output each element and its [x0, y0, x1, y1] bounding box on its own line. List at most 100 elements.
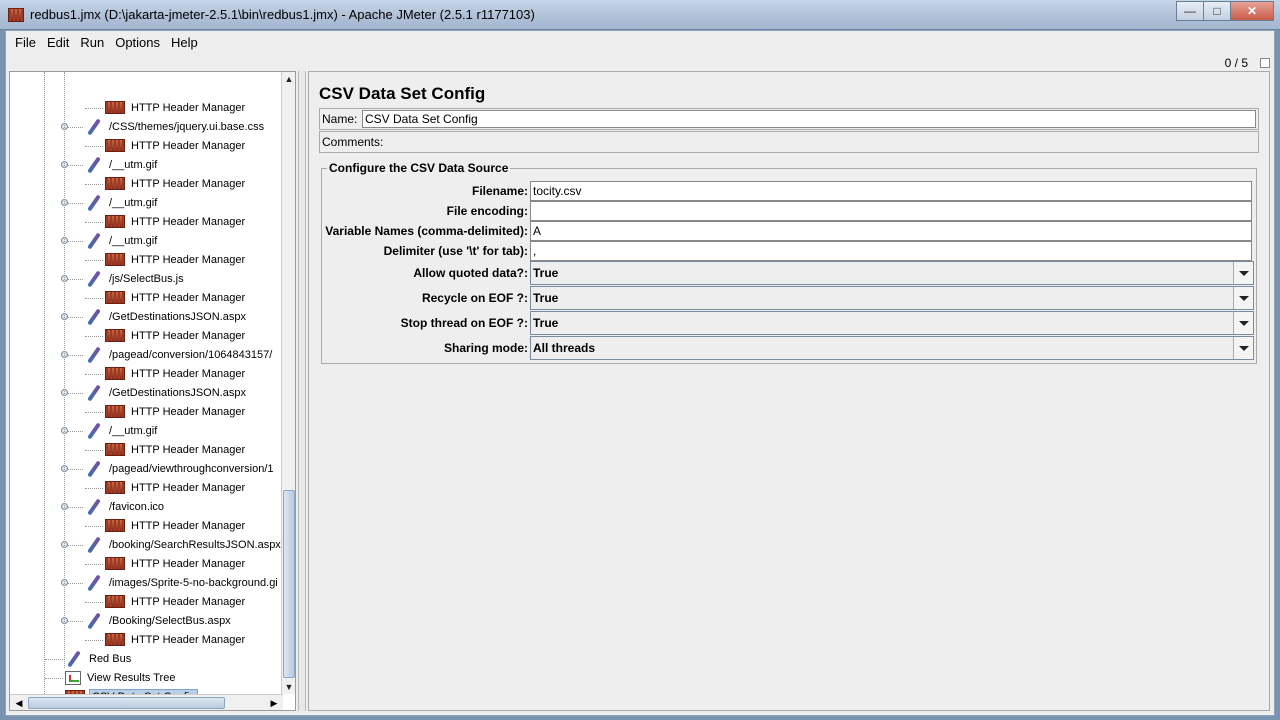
field-input[interactable]: A: [530, 221, 1252, 241]
sampler-pipette-icon: [85, 460, 103, 478]
sampler-pipette-icon: [85, 612, 103, 630]
sampler-pipette-icon: [85, 194, 103, 212]
config-element-icon: [105, 101, 125, 114]
scroll-up-icon[interactable]: ▲: [282, 72, 295, 86]
tree-item[interactable]: /GetDestinationsJSON.aspx: [85, 307, 248, 326]
menu-run[interactable]: Run: [75, 35, 109, 50]
sampler-pipette-icon: [85, 422, 103, 440]
tree-item[interactable]: /pagead/conversion/1064843157/: [85, 345, 274, 364]
sampler-pipette-icon: [85, 498, 103, 516]
scroll-thumb[interactable]: [283, 490, 295, 678]
tree-item[interactable]: HTTP Header Manager: [105, 364, 247, 383]
menu-help[interactable]: Help: [166, 35, 203, 50]
comments-row[interactable]: Comments:: [319, 131, 1259, 153]
tree-item-label: /__utm.gif: [109, 424, 158, 437]
field-input[interactable]: [530, 201, 1252, 221]
tree-item[interactable]: HTTP Header Manager: [105, 212, 247, 231]
test-plan-tree[interactable]: HTTP Header Manager/CSS/themes/jquery.ui…: [9, 71, 296, 711]
field-dropdown[interactable]: True: [530, 311, 1254, 335]
field-dropdown[interactable]: True: [530, 286, 1254, 310]
config-field-row: File encoding:: [322, 201, 1258, 221]
comments-label: Comments:: [322, 135, 384, 149]
tree-connector: [85, 602, 103, 603]
tree-item[interactable]: View Results Tree: [65, 668, 177, 687]
tree-item-label: HTTP Header Manager: [131, 253, 246, 266]
menu-options[interactable]: Options: [110, 35, 165, 50]
tree-item[interactable]: HTTP Header Manager: [105, 592, 247, 611]
tree-item[interactable]: HTTP Header Manager: [105, 174, 247, 193]
tree-item[interactable]: Red Bus: [65, 649, 133, 668]
tree-item[interactable]: HTTP Header Manager: [105, 554, 247, 573]
config-field-row: Filename: tocity.csv: [322, 181, 1258, 201]
scroll-down-icon[interactable]: ▼: [282, 680, 295, 694]
tree-connector: [85, 298, 103, 299]
field-input[interactable]: ,: [530, 241, 1252, 261]
csv-config-panel: CSV Data Set Config Name: CSV Data Set C…: [308, 71, 1270, 711]
dropdown-value: True: [533, 266, 559, 280]
panel-splitter[interactable]: [298, 71, 306, 711]
tree-item[interactable]: HTTP Header Manager: [105, 516, 247, 535]
tree-item[interactable]: /favicon.ico: [85, 497, 166, 516]
tree-item[interactable]: /pagead/viewthroughconversion/1: [85, 459, 276, 478]
tree-item-label: HTTP Header Manager: [131, 367, 246, 380]
scroll-left-icon[interactable]: ◀: [12, 696, 26, 710]
tree-item-label: Red Bus: [89, 652, 132, 665]
tree-item[interactable]: /__utm.gif: [85, 155, 159, 174]
close-button[interactable]: ✕: [1230, 1, 1274, 21]
chevron-down-icon[interactable]: [1233, 312, 1253, 334]
tree-item[interactable]: /images/Sprite-5-no-background.gi: [85, 573, 280, 592]
tree-item[interactable]: /booking/SearchResultsJSON.aspx: [85, 535, 283, 554]
tree-connector: [85, 336, 103, 337]
tree-connector: [85, 450, 103, 451]
tree-item[interactable]: HTTP Header Manager: [105, 326, 247, 345]
tree-item[interactable]: HTTP Header Manager: [105, 630, 247, 649]
tree-item-label: /GetDestinationsJSON.aspx: [109, 386, 246, 399]
tree-item[interactable]: /__utm.gif: [85, 421, 159, 440]
dropdown-value: True: [533, 291, 559, 305]
menu-file[interactable]: File: [10, 35, 41, 50]
field-dropdown[interactable]: All threads: [530, 336, 1254, 360]
tree-item[interactable]: /GetDestinationsJSON.aspx: [85, 383, 248, 402]
field-label: Recycle on EOF ?:: [421, 291, 528, 305]
tree-item[interactable]: HTTP Header Manager: [105, 250, 247, 269]
tree-item[interactable]: HTTP Header Manager: [105, 98, 247, 117]
tree-item[interactable]: HTTP Header Manager: [105, 402, 247, 421]
tree-item[interactable]: /__utm.gif: [85, 231, 159, 250]
tree-item-label: HTTP Header Manager: [131, 329, 246, 342]
tree-item-label: HTTP Header Manager: [131, 633, 246, 646]
group-title: Configure the CSV Data Source: [327, 161, 511, 175]
name-field[interactable]: CSV Data Set Config: [362, 110, 1256, 128]
tree-item[interactable]: /js/SelectBus.js: [85, 269, 186, 288]
tree-item[interactable]: HTTP Header Manager: [105, 288, 247, 307]
config-element-icon: [105, 595, 125, 608]
minimize-button[interactable]: —: [1176, 1, 1204, 21]
tree-item[interactable]: HTTP Header Manager: [105, 478, 247, 497]
tree-item-label: /__utm.gif: [109, 196, 158, 209]
field-label: Sharing mode:: [443, 341, 528, 355]
chevron-down-icon[interactable]: [1233, 287, 1253, 309]
sampler-pipette-icon: [85, 574, 103, 592]
field-dropdown[interactable]: True: [530, 261, 1254, 285]
menu-edit[interactable]: Edit: [42, 35, 74, 50]
sampler-pipette-icon: [85, 536, 103, 554]
tree-item[interactable]: HTTP Header Manager: [105, 440, 247, 459]
tree-item[interactable]: HTTP Header Manager: [105, 136, 247, 155]
tree-item[interactable]: /Booking/SelectBus.aspx: [85, 611, 233, 630]
maximize-button[interactable]: □: [1203, 1, 1231, 21]
active-threads-counter: 0 / 5: [1224, 56, 1248, 70]
hscroll-thumb[interactable]: [28, 697, 225, 709]
chevron-down-icon[interactable]: [1233, 337, 1253, 359]
config-element-icon: [105, 633, 125, 646]
tree-connector: [85, 526, 103, 527]
field-input[interactable]: tocity.csv: [530, 181, 1252, 201]
chevron-down-icon[interactable]: [1233, 262, 1253, 284]
tree-horizontal-scrollbar[interactable]: ◀ ▶: [10, 694, 283, 710]
tree-item[interactable]: /__utm.gif: [85, 193, 159, 212]
config-element-icon: [105, 291, 125, 304]
panel-title: CSV Data Set Config: [319, 84, 486, 103]
tree-item[interactable]: /CSS/themes/jquery.ui.base.css: [85, 117, 266, 136]
tree-vertical-scrollbar[interactable]: ▲ ▼: [281, 72, 295, 694]
scroll-right-icon[interactable]: ▶: [267, 696, 281, 710]
tree-connector: [85, 146, 103, 147]
tree-item-label: /js/SelectBus.js: [109, 272, 184, 285]
